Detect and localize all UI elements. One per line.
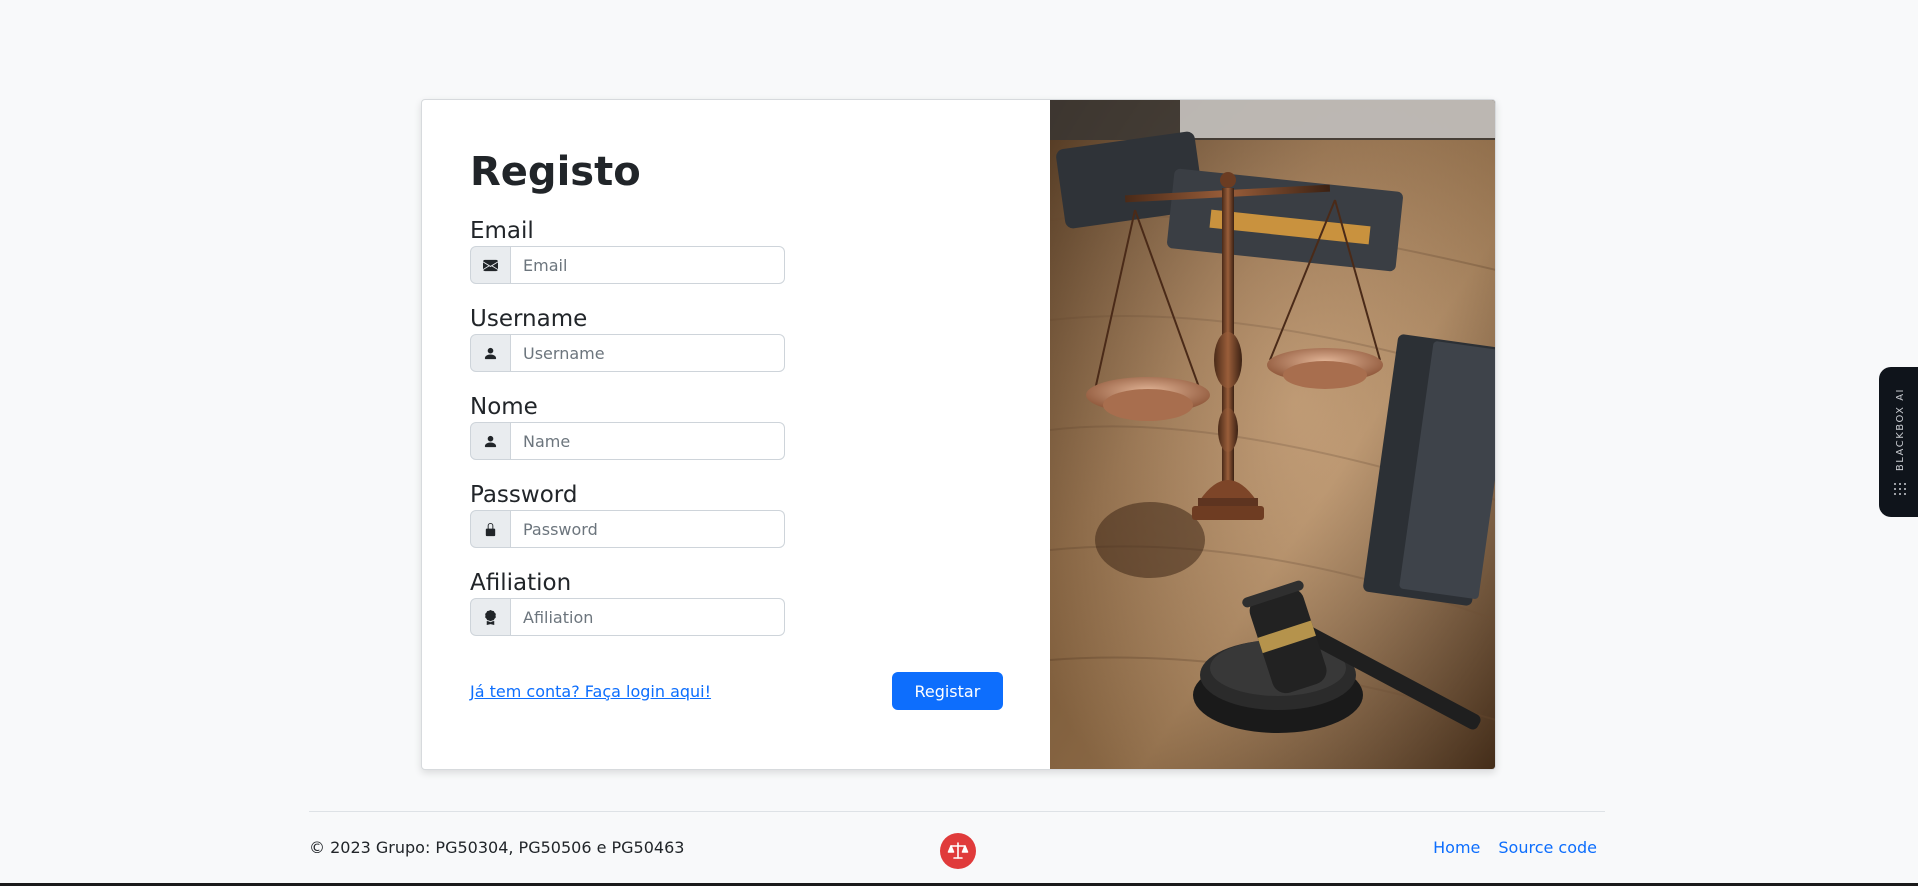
blackbox-ai-widget[interactable]: BLACKBOX AI	[1879, 367, 1918, 517]
afiliation-input-group	[470, 598, 785, 636]
password-input-group	[470, 510, 785, 548]
award-icon	[470, 598, 511, 636]
page-footer: © 2023 Grupo: PG50304, PG50506 e PG50463…	[309, 811, 1605, 886]
person-icon	[470, 422, 511, 460]
lock-icon	[470, 510, 511, 548]
footer-link-source-code[interactable]: Source code	[1498, 838, 1597, 857]
register-button[interactable]: Registar	[891, 672, 1003, 710]
afiliation-input[interactable]	[511, 598, 785, 636]
password-field-group: Password	[470, 482, 1050, 548]
form-actions: Já tem conta? Faça login aqui! Registar	[470, 672, 1003, 710]
email-input[interactable]	[511, 246, 785, 284]
copyright-text: © 2023 Grupo: PG50304, PG50506 e PG50463	[309, 838, 685, 857]
username-label: Username	[470, 306, 588, 332]
footer-link-home[interactable]: Home	[1433, 838, 1480, 857]
name-input-group	[470, 422, 785, 460]
name-field-group: Nome	[470, 394, 1050, 460]
justice-image	[1049, 100, 1495, 769]
person-icon	[470, 334, 511, 372]
name-label: Nome	[470, 394, 538, 420]
password-input[interactable]	[511, 510, 785, 548]
name-input[interactable]	[511, 422, 785, 460]
register-form: Registo Email Username Nome	[422, 100, 1050, 769]
dots-grid-icon	[1894, 482, 1906, 495]
footer-nav: Home Source code	[1433, 838, 1597, 857]
password-label: Password	[470, 482, 578, 508]
afiliation-label: Afiliation	[470, 570, 572, 596]
email-label: Email	[470, 218, 534, 244]
afiliation-field-group: Afiliation	[470, 570, 1050, 636]
username-input[interactable]	[511, 334, 785, 372]
blackbox-ai-label: BLACKBOX AI	[1894, 388, 1906, 472]
email-input-group	[470, 246, 785, 284]
email-field-group: Email	[470, 218, 1050, 284]
username-input-group	[470, 334, 785, 372]
envelope-icon	[470, 246, 511, 284]
register-card: Registo Email Username Nome	[421, 99, 1496, 770]
page-title: Registo	[470, 149, 641, 195]
login-link[interactable]: Já tem conta? Faça login aqui!	[470, 682, 711, 701]
username-field-group: Username	[470, 306, 1050, 372]
scales-icon[interactable]	[940, 833, 976, 869]
